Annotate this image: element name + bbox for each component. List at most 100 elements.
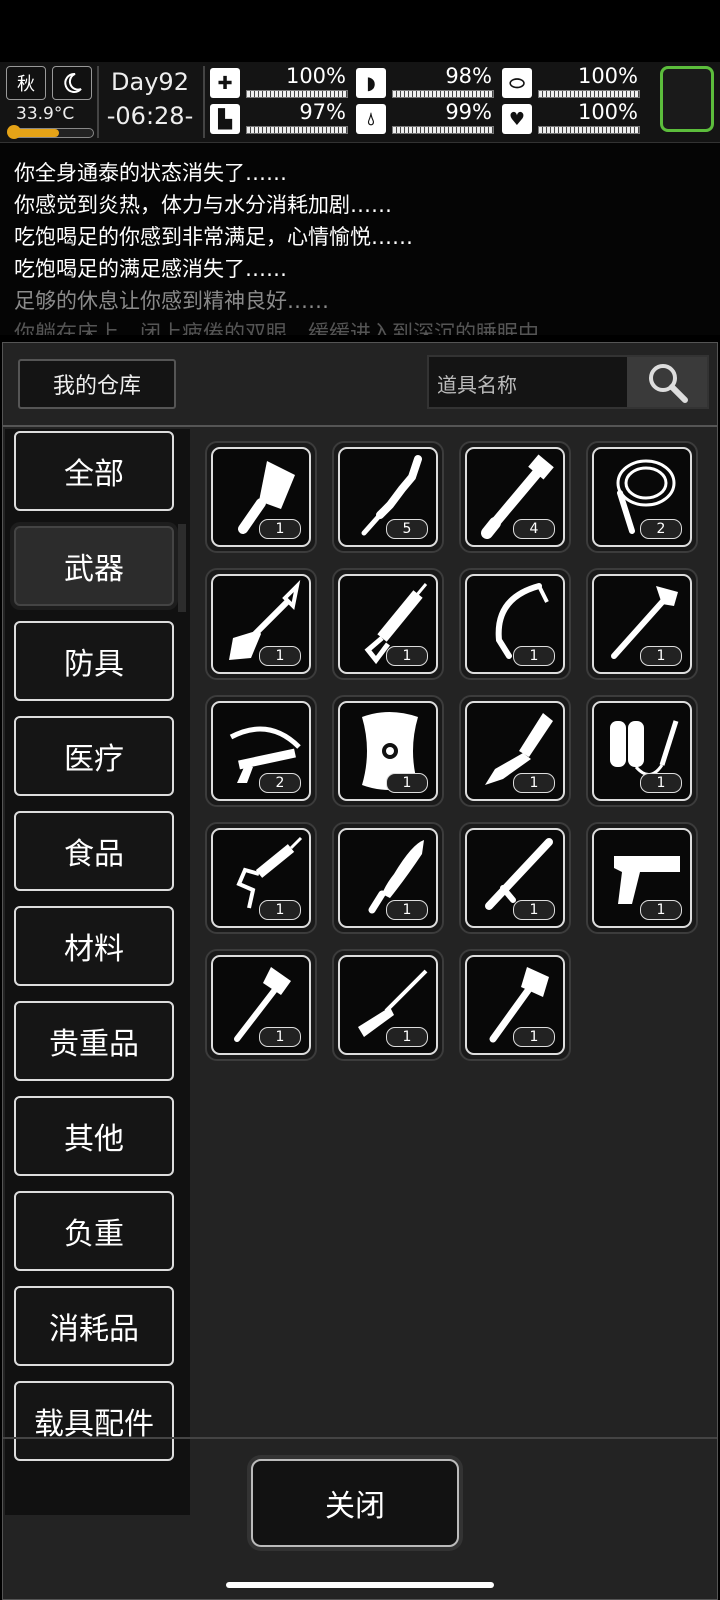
- inventory-item[interactable]: 1: [332, 949, 444, 1061]
- warehouse-title-button[interactable]: 我的仓库: [18, 359, 176, 409]
- inventory-item[interactable]: 1: [332, 695, 444, 807]
- boot-icon: ▙: [210, 104, 240, 134]
- item-count: 1: [386, 900, 428, 920]
- category-carry[interactable]: 负重: [14, 1191, 174, 1271]
- item-count: 1: [513, 1027, 555, 1047]
- item-count: 4: [513, 519, 555, 539]
- heart-icon: ♥: [502, 104, 532, 134]
- item-count: 1: [513, 773, 555, 793]
- item-count: 1: [513, 900, 555, 920]
- season-badge: 秋: [6, 66, 46, 100]
- inventory-item[interactable]: 1: [332, 822, 444, 934]
- category-vehicle-parts[interactable]: 载具配件: [14, 1381, 174, 1461]
- log-line: 吃饱喝足的满足感消失了……: [14, 257, 287, 281]
- log-line: 你全身通泰的状态消失了……: [14, 161, 287, 185]
- water-drop-icon: 💧︎: [356, 104, 386, 134]
- temperature-bar: [7, 125, 94, 139]
- season-panel: 秋 33.9°C: [6, 66, 96, 139]
- inventory-item[interactable]: 1: [205, 822, 317, 934]
- search-icon: [649, 364, 688, 403]
- item-count: 1: [640, 773, 682, 793]
- category-valuables[interactable]: 贵重品: [14, 1001, 174, 1081]
- divider: [97, 66, 99, 138]
- inventory-item[interactable]: 2: [586, 441, 698, 553]
- medicine-bar: [538, 90, 640, 98]
- inventory-item[interactable]: 1: [586, 695, 698, 807]
- stamina-bar: [246, 126, 348, 134]
- close-button[interactable]: 关闭: [251, 1459, 459, 1547]
- divider: [3, 1437, 717, 1439]
- item-count: 2: [259, 773, 301, 793]
- day-time: Day92 -06:28-: [102, 68, 198, 130]
- inventory-item[interactable]: 5: [332, 441, 444, 553]
- item-count: 1: [259, 519, 301, 539]
- water-value: 99%: [445, 100, 492, 124]
- inventory-item[interactable]: 1: [459, 822, 571, 934]
- inventory-item[interactable]: 1: [205, 441, 317, 553]
- inventory-item[interactable]: 1: [205, 568, 317, 680]
- inventory-item[interactable]: 1: [205, 949, 317, 1061]
- mood-value: 100%: [577, 100, 638, 124]
- divider: [203, 66, 205, 138]
- search-input[interactable]: 道具名称: [437, 369, 517, 398]
- log-line: 吃饱喝足的你感到非常满足，心情愉悦……: [14, 225, 413, 249]
- health-stat: ✚ 100%: [210, 64, 348, 100]
- category-sidebar: 全部 武器 防具 医疗 食品 材料 贵重品 其他 负重 消耗品 载具配件: [5, 429, 190, 1515]
- category-medical[interactable]: 医疗: [14, 716, 174, 796]
- home-indicator[interactable]: [226, 1582, 494, 1588]
- item-count: 1: [640, 900, 682, 920]
- item-count: 5: [386, 519, 428, 539]
- item-count: 1: [513, 646, 555, 666]
- search-button[interactable]: [627, 357, 707, 407]
- health-bar: [246, 90, 348, 98]
- temperature-value: 33.9°C: [16, 104, 75, 124]
- stamina-stat: ▙ 97%: [210, 100, 348, 136]
- hunger-value: 98%: [445, 64, 492, 88]
- item-grid: 1 5 4 2 1 1 1 1 2 1 1 1 1 1 1 1 1 1 1: [193, 429, 717, 1515]
- thermometer-icon: [7, 125, 21, 139]
- category-armor[interactable]: 防具: [14, 621, 174, 701]
- inventory-item[interactable]: 1: [586, 568, 698, 680]
- category-food[interactable]: 食品: [14, 811, 174, 891]
- medicine-value: 100%: [577, 64, 638, 88]
- mood-bar: [538, 126, 640, 134]
- item-count: 1: [386, 1027, 428, 1047]
- item-search[interactable]: 道具名称: [427, 355, 709, 409]
- divider: [3, 425, 717, 427]
- log-line: 你躺在床上，闭上疲倦的双眼，缓缓进入到深沉的睡眠中: [14, 321, 539, 335]
- item-count: 1: [259, 1027, 301, 1047]
- category-consumables[interactable]: 消耗品: [14, 1286, 174, 1366]
- inventory-item[interactable]: 1: [586, 822, 698, 934]
- medicine-stat: ⬭ 100%: [502, 64, 640, 100]
- item-count: 1: [259, 900, 301, 920]
- item-count: 2: [640, 519, 682, 539]
- category-all[interactable]: 全部: [14, 431, 174, 511]
- equipment-slot[interactable]: [660, 66, 714, 132]
- log-line: 足够的休息让你感到精神良好……: [14, 289, 329, 313]
- medkit-icon: ✚: [210, 68, 240, 98]
- clock: -06:28-: [106, 102, 194, 130]
- log-line: 你感觉到炎热，体力与水分消耗加剧……: [14, 193, 392, 217]
- inventory-item[interactable]: 1: [459, 568, 571, 680]
- health-value: 100%: [285, 64, 346, 88]
- inventory-item[interactable]: 1: [459, 695, 571, 807]
- hunger-stat: ◗ 98%: [356, 64, 494, 100]
- season-label: 秋: [17, 74, 35, 95]
- mood-stat: ♥ 100%: [502, 100, 640, 136]
- item-count: 1: [386, 646, 428, 666]
- day-counter: Day92: [111, 68, 189, 96]
- stomach-icon: ◗: [356, 68, 386, 98]
- system-top-bar: [0, 0, 720, 62]
- status-bar: 秋 33.9°C Day92 -06:28- ✚ 100% ◗ 98% ⬭ 10…: [0, 62, 720, 143]
- inventory-item[interactable]: 1: [332, 568, 444, 680]
- inventory-item[interactable]: 1: [459, 949, 571, 1061]
- message-log: 你全身通泰的状态消失了…… 你感觉到炎热，体力与水分消耗加剧…… 吃饱喝足的你感…: [0, 143, 720, 335]
- hunger-bar: [392, 90, 494, 98]
- inventory-item[interactable]: 2: [205, 695, 317, 807]
- category-weapons[interactable]: 武器: [14, 524, 186, 612]
- inventory-item[interactable]: 4: [459, 441, 571, 553]
- warehouse-panel: 我的仓库 道具名称 全部 武器 防具 医疗 食品 材料 贵重品 其他 负重 消耗…: [2, 342, 718, 1600]
- water-stat: 💧︎ 99%: [356, 100, 494, 136]
- category-other[interactable]: 其他: [14, 1096, 174, 1176]
- category-materials[interactable]: 材料: [14, 906, 174, 986]
